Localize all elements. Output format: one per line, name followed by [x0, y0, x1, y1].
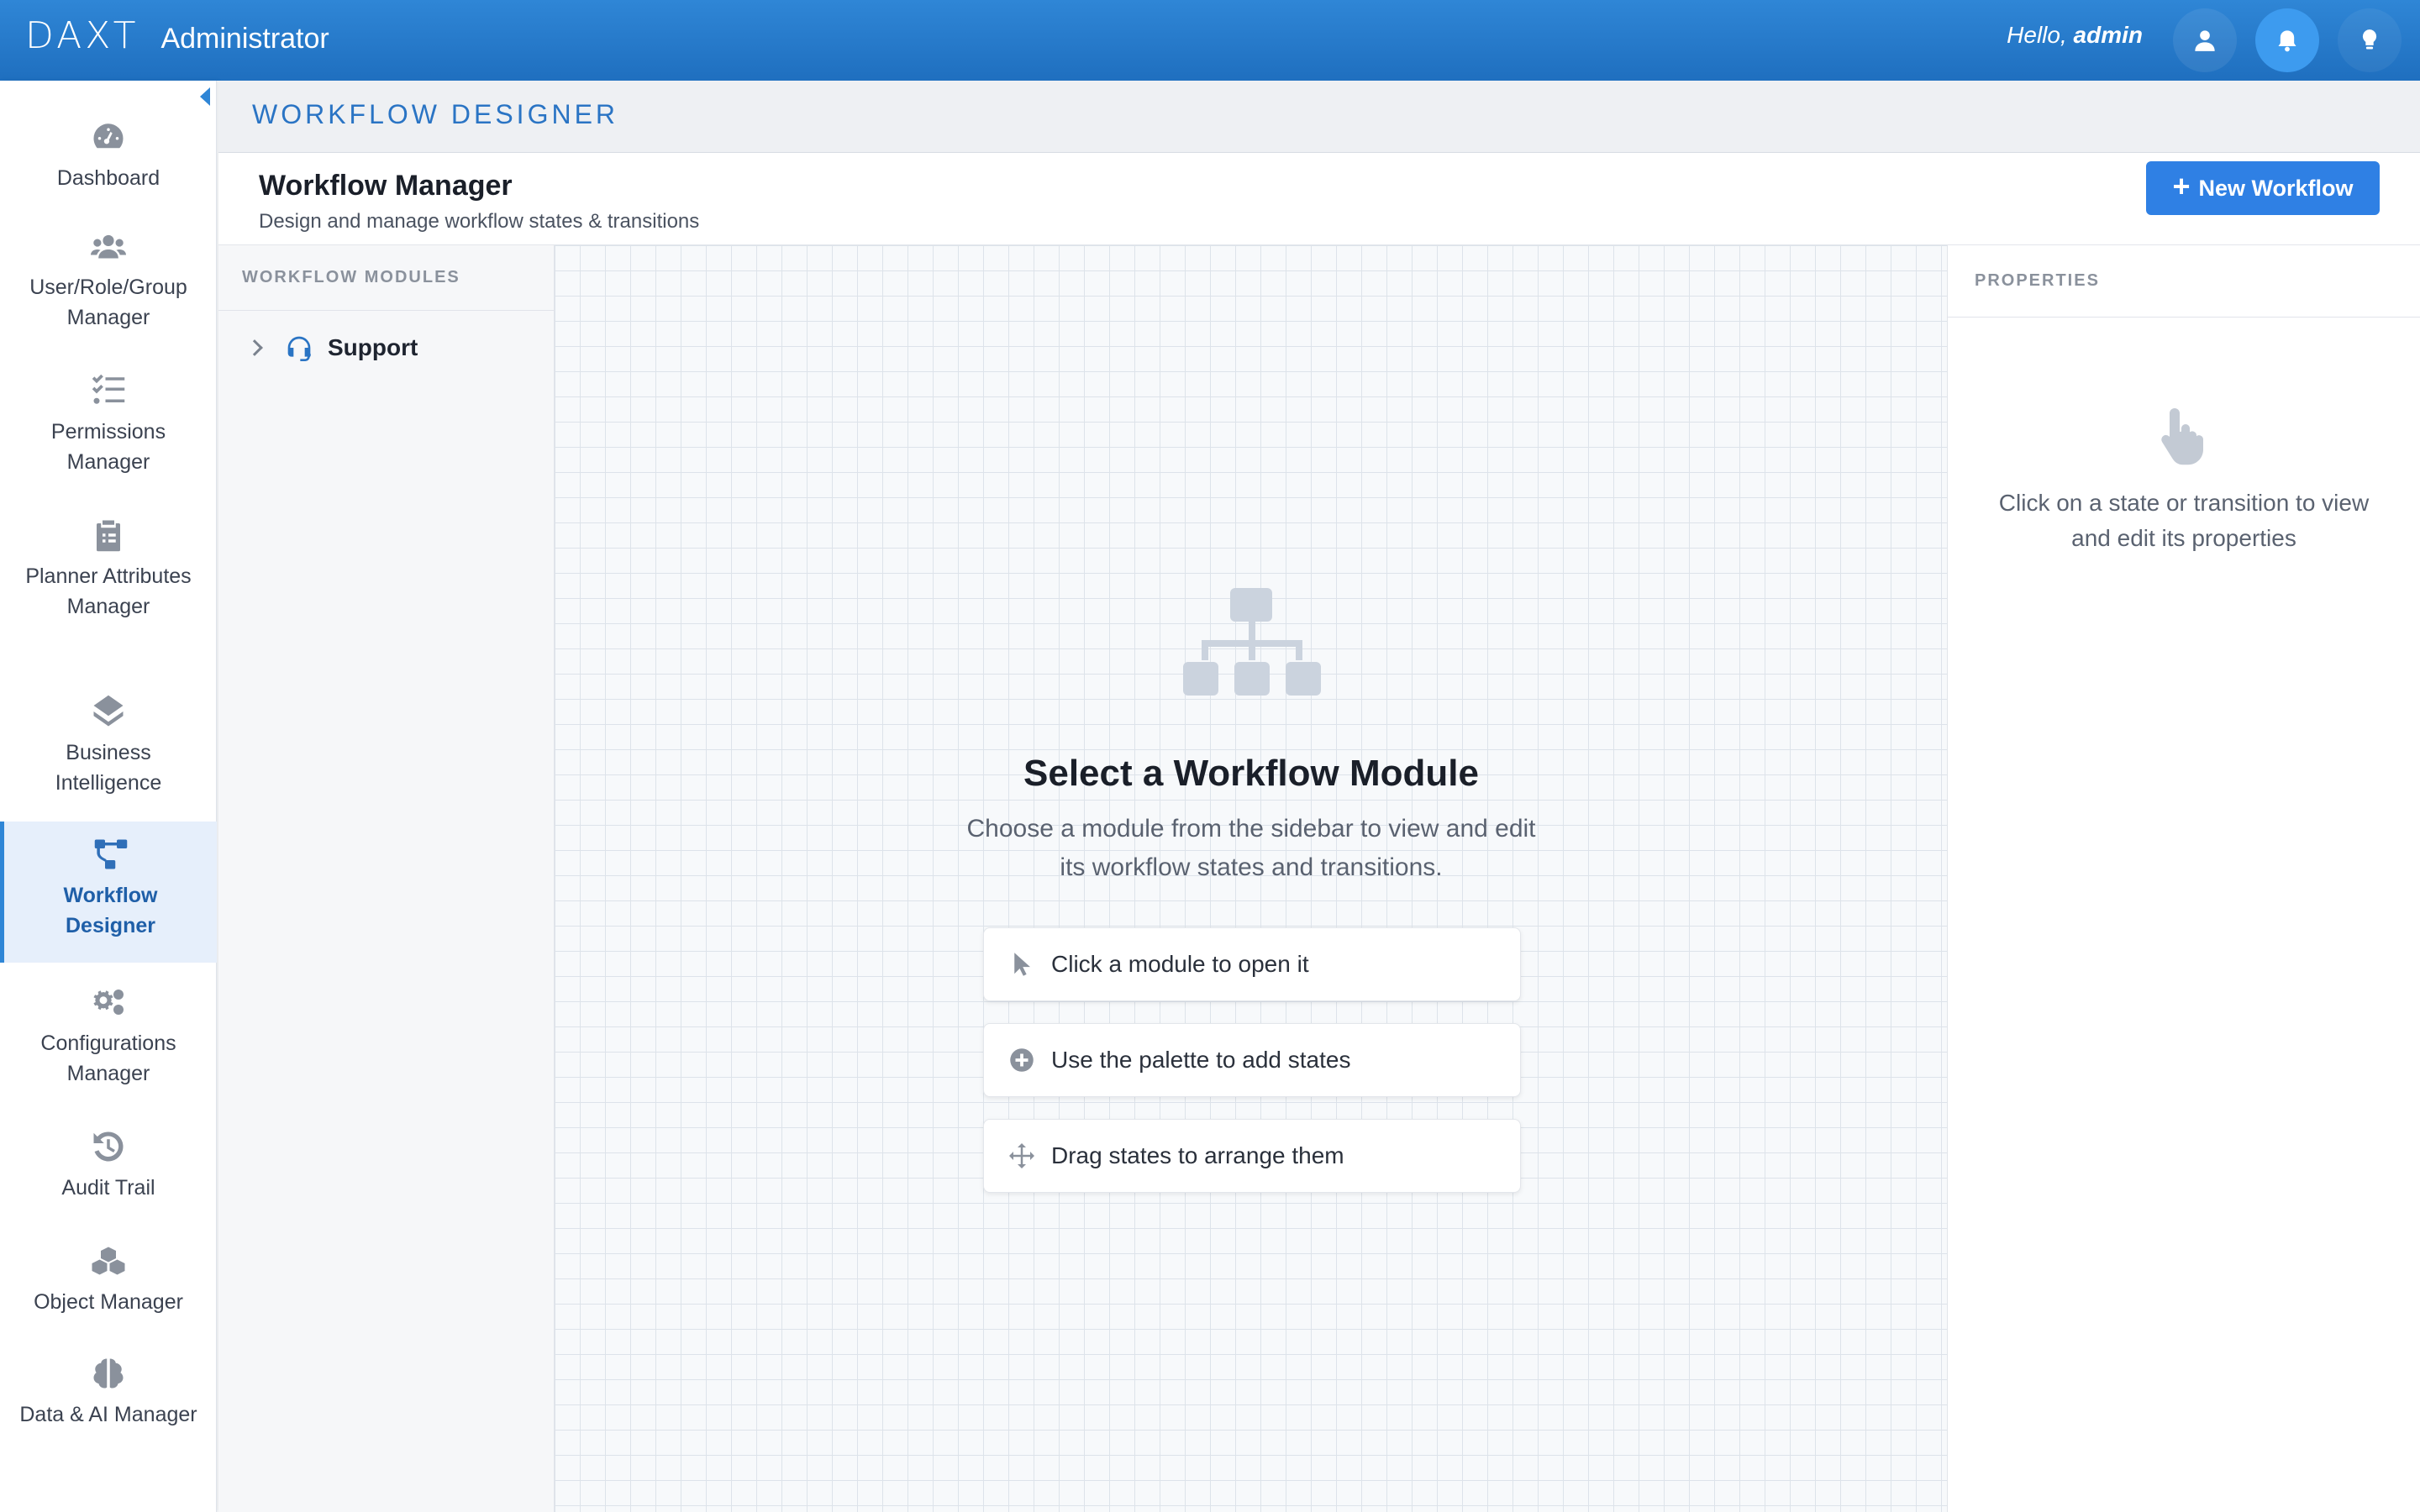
page-title: Workflow Manager [259, 170, 513, 202]
top-bar: DAXT Administrator Hello, admin [0, 0, 2420, 81]
section-header: WORKFLOW DESIGNER [218, 81, 2420, 153]
sidebar-item-label: Workflow Designer [63, 884, 158, 937]
cubes-icon [92, 1247, 125, 1275]
hint-card-add-states: Use the palette to add states [983, 1023, 1521, 1097]
properties-empty-text: Click on a state or transition to view a… [1998, 490, 2370, 551]
module-item-support[interactable]: Support [246, 334, 418, 361]
module-label: Support [328, 334, 418, 360]
sidebar-collapse-toggle[interactable] [200, 87, 210, 106]
plus-circle-icon [1010, 1048, 1034, 1072]
gauge-icon [93, 123, 124, 149]
section-title: WORKFLOW DESIGNER [252, 99, 619, 129]
user-greeting: Hello, admin [2007, 22, 2143, 49]
plus-icon: + [2172, 169, 2191, 203]
tips-button[interactable] [2338, 8, 2402, 72]
hint-card-open-module: Click a module to open it [983, 927, 1521, 1001]
properties-panel: PROPERTIES Click on a state or transitio… [1948, 245, 2420, 1512]
empty-state-title: Select a Workflow Module [1023, 753, 1479, 794]
sidebar-item-label: Object Manager [34, 1290, 183, 1314]
page-subheader: Workflow Manager Design and manage workf… [218, 153, 2420, 245]
sidebar: Dashboard User/Role/Group Manager Permis… [0, 81, 217, 1512]
gears-icon [93, 990, 124, 1015]
workflow-icon [94, 839, 127, 869]
user-profile-button[interactable] [2173, 8, 2237, 72]
sidebar-item-configurations-manager[interactable]: Configurations Manager [0, 984, 217, 1126]
workflow-canvas[interactable]: Select a Workflow Module Choose a module… [555, 245, 1948, 1512]
sidebar-item-planner-attributes-manager[interactable]: Planner Attributes Manager [0, 517, 217, 694]
empty-state-description: Choose a module from the sidebar to view… [966, 815, 1536, 881]
sidebar-item-business-intelligence[interactable]: Business Intelligence [0, 694, 217, 835]
sidebar-item-label: Audit Trail [61, 1176, 155, 1200]
hint-label: Use the palette to add states [1051, 1047, 1351, 1073]
sidebar-item-dashboard[interactable]: Dashboard [0, 119, 217, 228]
hint-label: Drag states to arrange them [1051, 1142, 1344, 1168]
page-description: Design and manage workflow states & tran… [259, 210, 700, 233]
notifications-button[interactable] [2255, 8, 2319, 72]
user-icon [2195, 30, 2215, 51]
brain-icon [93, 1358, 124, 1389]
sidebar-item-label: Dashboard [56, 166, 160, 190]
lightbulb-icon [2362, 29, 2377, 50]
sidebar-item-user-role-group-manager[interactable]: User/Role/Group Manager [0, 228, 217, 370]
hint-card-arrange-states: Drag states to arrange them [983, 1119, 1521, 1193]
sidebar-item-label: User/Role/Group Manager [29, 276, 187, 329]
logo-text: Administrator [160, 22, 329, 55]
sidebar-item-label: Business Intelligence [55, 741, 162, 795]
clipboard-icon [97, 520, 120, 552]
new-workflow-button[interactable]: + New Workflow [2146, 161, 2380, 215]
chevron-right-icon[interactable] [246, 339, 263, 356]
bell-icon [2278, 30, 2296, 52]
logo-mark: DAXT [25, 13, 139, 57]
headset-icon [287, 336, 311, 361]
sidebar-item-label: Configurations Manager [40, 1032, 176, 1085]
users-icon [91, 234, 126, 259]
history-icon [93, 1131, 124, 1162]
sidebar-item-permissions-manager[interactable]: Permissions Manager [0, 373, 217, 517]
sidebar-item-workflow-designer[interactable]: Workflow Designer [0, 822, 217, 963]
greeting-username: admin [2073, 22, 2143, 48]
workflow-modules-panel: WORKFLOW MODULES Support [218, 245, 555, 1512]
sidebar-item-data-ai-manager[interactable]: Data & AI Manager [0, 1356, 217, 1500]
sidebar-item-audit-trail[interactable]: Audit Trail [0, 1129, 217, 1240]
app-logo[interactable]: DAXT Administrator [25, 13, 329, 57]
new-workflow-label: New Workflow [2198, 175, 2354, 201]
properties-heading: PROPERTIES [1948, 245, 2420, 318]
sidebar-item-label: Data & AI Manager [19, 1403, 197, 1426]
move-icon [1009, 1143, 1034, 1168]
sidebar-item-label: Permissions Manager [50, 420, 166, 474]
sitemap-icon [1183, 588, 1321, 696]
pointer-icon [1014, 953, 1030, 976]
sidebar-item-label: Planner Attributes Manager [25, 564, 192, 618]
hint-label: Click a module to open it [1051, 951, 1309, 977]
sidebar-item-object-manager[interactable]: Object Manager [0, 1243, 217, 1354]
hand-pointer-icon [2161, 408, 2203, 465]
greeting-prefix: Hello, [2007, 22, 2067, 48]
layers-icon [93, 695, 124, 727]
list-check-icon [92, 374, 125, 404]
modules-heading: WORKFLOW MODULES [218, 245, 554, 311]
